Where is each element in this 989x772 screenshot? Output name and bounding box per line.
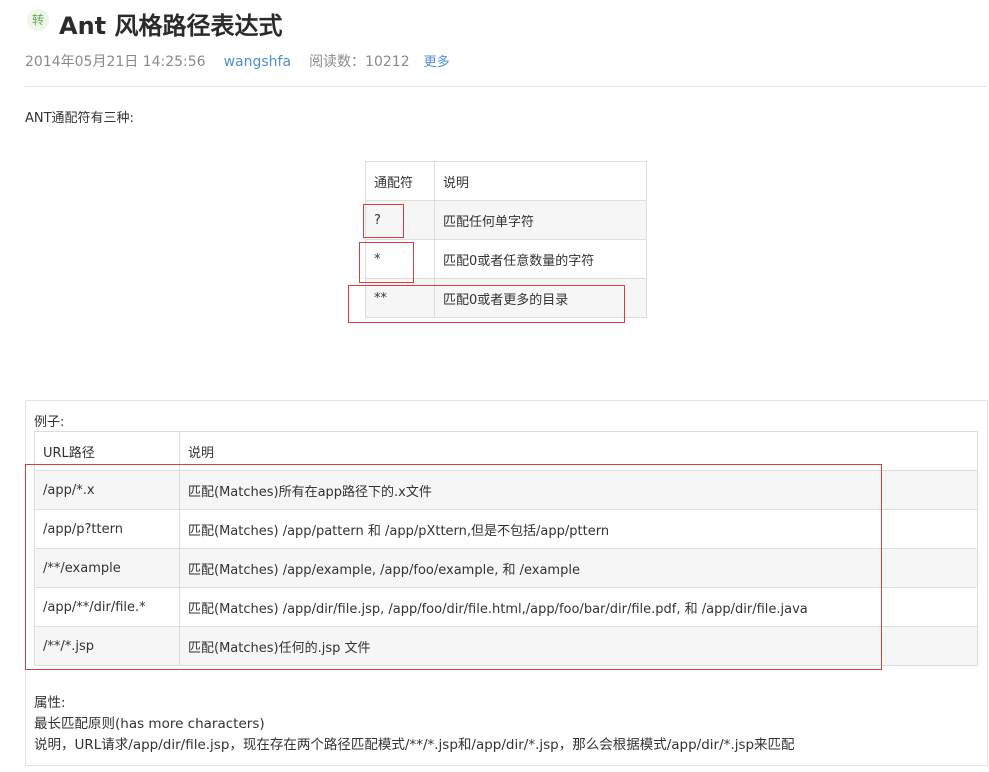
header-cell: URL路径 [34,431,180,471]
article-title: Ant 风格路径表达式 [59,12,283,40]
table-row: ? 匹配任何单字符 [365,200,647,240]
table-header-row: 通配符 说明 [365,161,647,201]
wildcard-cell: ? [365,200,435,240]
header-cell: 说明 [179,431,978,471]
description-cell: 匹配0或者更多的目录 [434,278,647,318]
url-pattern-table: URL路径 说明 /app/*.x 匹配(Matches)所有在app路径下的.… [34,431,978,666]
table-row: * 匹配0或者任意数量的字符 [365,239,647,279]
pattern-cell: /**/*.jsp [34,626,180,666]
pattern-cell: /**/example [34,548,180,588]
article-meta: 2014年05月21日 14:25:56 wangshfa 阅读数：10212 … [25,51,450,71]
wildcard-cell: ** [365,278,435,318]
description-cell: 匹配(Matches) /app/dir/file.jsp, /app/foo/… [179,587,978,627]
table-row: /app/p?ttern 匹配(Matches) /app/pattern 和 … [34,509,978,549]
intro-text: ANT通配符有三种: [25,111,134,126]
properties-line: 最长匹配原则(has more characters) [34,716,265,732]
table-row: /**/*.jsp 匹配(Matches)任何的.jsp 文件 [34,626,978,666]
read-count: 阅读数：10212 [309,54,410,70]
properties-label: 属性: [34,695,66,711]
description-cell: 匹配0或者任意数量的字符 [434,239,647,279]
properties-line: 说明，URL请求/app/dir/file.jsp，现在存在两个路径匹配模式/*… [34,737,795,753]
description-cell: 匹配任何单字符 [434,200,647,240]
more-link[interactable]: 更多 [424,51,450,70]
publish-date: 2014年05月21日 14:25:56 [25,54,206,70]
author-link[interactable]: wangshfa [224,54,291,70]
pattern-cell: /app/**/dir/file.* [34,587,180,627]
description-cell: 匹配(Matches) /app/example, /app/foo/examp… [179,548,978,588]
description-cell: 匹配(Matches) /app/pattern 和 /app/pXttern,… [179,509,978,549]
table-header-row: URL路径 说明 [34,431,978,471]
header-cell: 通配符 [365,161,435,201]
description-cell: 匹配(Matches)任何的.jsp 文件 [179,626,978,666]
pattern-cell: /app/p?ttern [34,509,180,549]
wildcard-cell: * [365,239,435,279]
wildcard-table: 通配符 说明 ? 匹配任何单字符 * 匹配0或者任意数量的字符 ** 匹配0或者… [365,161,647,318]
table-row: /app/*.x 匹配(Matches)所有在app路径下的.x文件 [34,470,978,510]
description-cell: 匹配(Matches)所有在app路径下的.x文件 [179,470,978,510]
table-row: /app/**/dir/file.* 匹配(Matches) /app/dir/… [34,587,978,627]
repost-badge: 转 [27,9,49,31]
table-row: ** 匹配0或者更多的目录 [365,278,647,318]
table-row: /**/example 匹配(Matches) /app/example, /a… [34,548,978,588]
header-divider [25,86,987,87]
examples-label: 例子: [34,415,65,430]
header-cell: 说明 [434,161,647,201]
pattern-cell: /app/*.x [34,470,180,510]
properties-section: 属性: 最长匹配原则(has more characters) 说明，URL请求… [34,693,795,756]
